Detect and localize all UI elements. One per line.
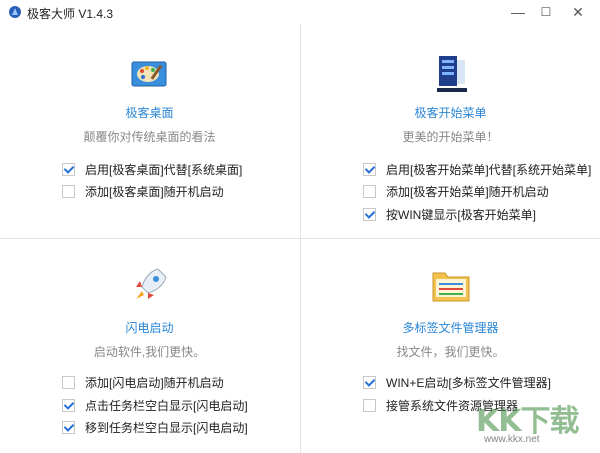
panel-geek-start-menu: 极客开始菜单 更美的开始菜单！ 启用[极客开始菜单]代替[系统开始菜单] 添加[… [301,24,600,238]
watermark: KK下载 www.kkx.net [476,394,594,452]
option-label: 启用[极客桌面]代替[系统桌面] [85,162,243,177]
checkbox[interactable] [62,398,75,412]
desktop-palette-icon [131,61,167,87]
panel-description: 颠覆你对传统桌面的看法 [83,130,216,144]
close-button[interactable]: ✕ [570,4,586,20]
checkbox[interactable] [363,162,376,176]
option-label: 启用[极客开始菜单]代替[系统开始菜单] [386,162,592,177]
panel-title: 极客开始菜单 [414,106,487,120]
option-win-e-file-manager[interactable]: WIN+E启动[多标签文件管理器] [363,374,551,390]
window-title: 极客大师 V1.4.3 [27,7,114,21]
checkbox[interactable] [62,420,75,434]
option-enable-geek-desktop[interactable]: 启用[极客桌面]代替[系统桌面] [62,161,242,177]
option-enable-geek-start-menu[interactable]: 启用[极客开始菜单]代替[系统开始菜单] [363,161,591,177]
title-bar: 极客大师 V1.4.3 — ☐ ✕ [0,0,600,24]
panel-description: 更美的开始菜单！ [402,130,499,144]
checkbox[interactable] [363,207,376,221]
option-label: 添加[极客桌面]随开机启动 [85,184,224,199]
checkbox[interactable] [363,375,376,389]
panel-geek-desktop: 极客桌面 颠覆你对传统桌面的看法 启用[极客桌面]代替[系统桌面] 添加[极客桌… [0,24,299,238]
start-menu-icon [437,56,467,92]
folder-icon [432,272,470,302]
panel-title: 极客桌面 [125,106,174,120]
option-label: 添加[极客开始菜单]随开机启动 [386,184,549,199]
option-label: 点击任务栏空白显示[闪电启动] [85,398,248,413]
app-logo-icon [9,6,21,18]
option-click-taskbar-flash-launch[interactable]: 点击任务栏空白显示[闪电启动] [62,397,248,413]
option-autostart-flash-launch[interactable]: 添加[闪电启动]随开机启动 [62,374,224,390]
maximize-button[interactable]: ☐ [538,4,554,20]
checkbox[interactable] [62,375,75,389]
option-label: 移到任务栏空白显示[闪电启动] [85,420,248,435]
minimize-button[interactable]: — [510,4,526,20]
panel-description: 找文件，我们更快。 [396,345,505,359]
option-label: 添加[闪电启动]随开机启动 [85,375,224,390]
checkbox[interactable] [363,184,376,198]
rocket-icon [136,268,167,299]
checkbox[interactable] [62,184,75,198]
option-label: WIN+E启动[多标签文件管理器] [386,375,552,390]
panel-description: 启动软件,我们更快。 [93,345,206,359]
option-hover-taskbar-flash-launch[interactable]: 移到任务栏空白显示[闪电启动] [62,419,248,435]
panel-title: 闪电启动 [125,321,174,335]
option-win-key-start-menu[interactable]: 按WIN键显示[极客开始菜单] [363,206,536,222]
option-autostart-geek-desktop[interactable]: 添加[极客桌面]随开机启动 [62,183,224,199]
panel-flash-launch: 闪电启动 启动软件,我们更快。 添加[闪电启动]随开机启动 点击任务栏空白显示[… [0,239,299,453]
watermark-url: www.kkx.net [484,434,540,445]
checkbox[interactable] [62,162,75,176]
panel-title: 多标签文件管理器 [402,321,499,335]
option-label: 按WIN键显示[极客开始菜单] [386,207,536,222]
checkbox[interactable] [363,398,376,412]
option-autostart-geek-start-menu[interactable]: 添加[极客开始菜单]随开机启动 [363,183,549,199]
